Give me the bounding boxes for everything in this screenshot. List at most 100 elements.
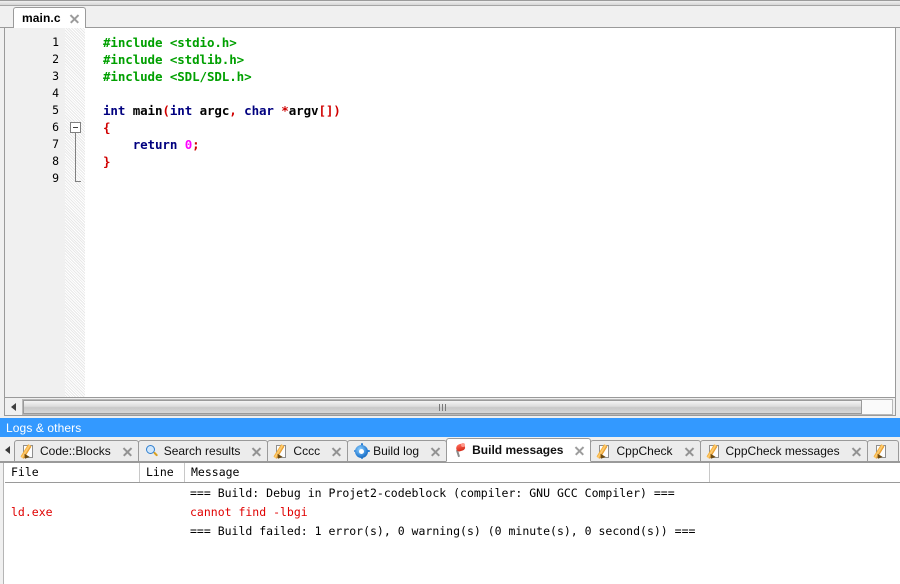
line-number-gutter: 1 2 3 4 5 6 7 8 9 xyxy=(5,28,65,397)
code-token: #include <stdlib.h> xyxy=(103,52,245,67)
logs-tab-cccc[interactable]: Cccc xyxy=(267,440,349,462)
line-number: 8 xyxy=(52,154,59,168)
logs-tab-cppcheck[interactable]: CppCheck xyxy=(590,440,701,462)
codeblocks-window: main.c 123456789 #include <stdio.h> #incl… xyxy=(0,0,900,584)
code-line[interactable]: int main(int argc, char *argv[]) xyxy=(103,102,341,119)
gear-icon xyxy=(353,443,370,459)
hscroll-track[interactable] xyxy=(22,398,893,415)
pin-icon xyxy=(453,442,468,458)
logs-tab-build-messages[interactable]: Build messages xyxy=(446,438,592,462)
line-number: 5 xyxy=(52,103,59,117)
code-token: , xyxy=(229,103,237,118)
code-line[interactable]: return 0; xyxy=(103,136,200,153)
line-number: 3 xyxy=(52,69,59,83)
code-line[interactable]: { xyxy=(103,119,111,136)
logs-tab-label: CppCheck xyxy=(616,444,673,458)
message-text: === Build failed: 1 error(s), 0 warning(… xyxy=(190,524,696,538)
code-token: argc xyxy=(192,103,230,118)
editor-tabbar: main.c xyxy=(0,6,900,28)
message-row[interactable]: === Build: Debug in Projet2-codeblock (c… xyxy=(5,484,900,503)
message-text: cannot find -lbgi xyxy=(190,505,308,519)
close-icon[interactable] xyxy=(684,446,695,457)
close-icon[interactable] xyxy=(331,446,342,457)
code-text-area[interactable]: #include <stdio.h> #include <stdlib.h> #in… xyxy=(85,28,895,397)
hscroll-thumb[interactable] xyxy=(23,399,862,414)
line-number: 7 xyxy=(52,137,59,151)
fold-guide-foot xyxy=(75,181,81,182)
logs-tab-cppcheck-messages[interactable]: CppCheck messages xyxy=(699,440,868,462)
line-number: 6 xyxy=(52,120,59,134)
code-token: int xyxy=(103,103,126,118)
code-line[interactable]: #include <stdlib.h> xyxy=(103,51,244,68)
fold-guide-line xyxy=(75,133,76,181)
arrow-left-icon[interactable] xyxy=(0,438,14,462)
pencil-icon xyxy=(20,443,36,460)
grid-body[interactable]: === Build: Debug in Projet2-codeblock (c… xyxy=(5,484,900,584)
line-number: 9 xyxy=(52,171,59,185)
close-icon[interactable] xyxy=(122,446,133,457)
logs-tab-build-log[interactable]: Build log xyxy=(347,440,448,462)
close-icon[interactable] xyxy=(69,13,80,24)
logs-pane-titlebar: Logs & others xyxy=(0,418,900,437)
code-token: #include <stdio.h> xyxy=(103,35,237,50)
editor-horizontal-scrollbar[interactable] xyxy=(4,398,896,416)
column-header-line[interactable]: Line xyxy=(140,463,185,482)
message-row[interactable]: === Build failed: 1 error(s), 0 warning(… xyxy=(5,522,900,541)
code-token: * xyxy=(281,103,289,118)
toolbar-top-border xyxy=(0,0,900,1)
close-icon[interactable] xyxy=(251,446,262,457)
code-token: ; xyxy=(192,137,200,152)
column-header-file[interactable]: File xyxy=(5,463,140,482)
editor-area: main.c 123456789 #include <stdio.h> #incl… xyxy=(0,6,900,418)
pencil-icon xyxy=(872,443,889,460)
logs-tab-label: Build log xyxy=(373,444,420,458)
code-line[interactable]: } xyxy=(103,153,111,170)
code-token: } xyxy=(103,154,111,169)
logs-tab-label: Code::Blocks xyxy=(40,444,111,458)
close-icon[interactable] xyxy=(574,445,585,456)
line-number: 1 xyxy=(52,35,59,49)
editor-client[interactable]: 123456789 #include <stdio.h> #include <st… xyxy=(4,28,896,398)
build-messages-grid[interactable]: File Line Message === Build: Debug in Pr… xyxy=(0,462,900,584)
logs-tab-code-blocks[interactable]: Code::Blocks xyxy=(14,440,139,462)
code-token: ( xyxy=(162,103,170,118)
column-header-message[interactable]: Message xyxy=(185,463,710,482)
fold-margin[interactable] xyxy=(65,28,85,397)
message-file: ld.exe xyxy=(11,505,53,519)
code-line[interactable]: #include <SDL/SDL.h> xyxy=(103,68,252,85)
code-token: return xyxy=(132,137,178,152)
logs-tab-label: CppCheck messages xyxy=(725,444,840,458)
code-line[interactable]: #include <stdio.h> xyxy=(103,34,237,51)
line-number: 4 xyxy=(52,86,59,100)
logs-tab-more[interactable] xyxy=(866,440,899,462)
editor-tab-main-c[interactable]: main.c xyxy=(13,7,86,28)
logs-tab-label: Cccc xyxy=(293,444,321,458)
logs-tab-search-results[interactable]: Search results xyxy=(137,440,269,462)
code-token: []) xyxy=(318,103,341,118)
logs-tabbar[interactable]: Code::Blocks Search results Cccc Build log B… xyxy=(0,437,900,462)
code-token: argv xyxy=(288,103,319,118)
grid-header-row: File Line Message xyxy=(5,463,900,483)
arrow-left-icon[interactable] xyxy=(5,398,22,415)
code-token: #include <SDL/SDL.h> xyxy=(103,69,252,84)
code-token: char xyxy=(244,103,274,118)
message-text: === Build: Debug in Projet2-codeblock (c… xyxy=(190,486,675,500)
message-row[interactable]: ld.exe cannot find -lbgi xyxy=(5,503,900,522)
logs-pane-title: Logs & others xyxy=(6,420,82,435)
fold-collapse-icon[interactable] xyxy=(70,122,81,133)
close-icon[interactable] xyxy=(430,446,441,457)
grid-left-margin xyxy=(0,463,4,584)
scroll-grip-icon xyxy=(438,400,447,414)
editor-tab-label: main.c xyxy=(22,11,61,25)
close-icon[interactable] xyxy=(851,446,862,457)
logs-tab-label: Build messages xyxy=(472,443,564,457)
pencil-icon xyxy=(705,443,722,460)
code-token: int xyxy=(169,103,193,118)
pencil-icon xyxy=(596,443,612,460)
code-token: { xyxy=(103,120,111,135)
logs-tab-label: Search results xyxy=(163,444,241,458)
line-number: 2 xyxy=(52,52,59,66)
search-icon xyxy=(145,444,160,459)
